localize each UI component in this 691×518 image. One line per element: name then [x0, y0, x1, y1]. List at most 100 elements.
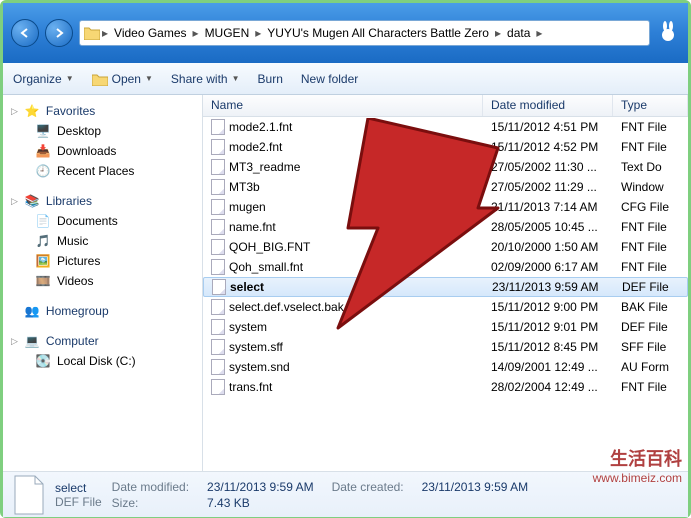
file-icon: [211, 359, 225, 375]
collapse-icon: ▷: [11, 196, 18, 207]
file-date: 15/11/2012 9:00 PM: [483, 300, 613, 314]
breadcrumb-bar[interactable]: ▸ Video Games ▸ MUGEN ▸ YUYU's Mugen All…: [79, 20, 650, 46]
file-name: QOH_BIG.FNT: [229, 240, 310, 254]
chevron-down-icon: ▼: [232, 74, 240, 83]
forward-button[interactable]: [45, 19, 73, 47]
file-type: Text Do: [613, 160, 688, 174]
file-date: 15/11/2012 4:51 PM: [483, 120, 613, 134]
chevron-right-icon: ▸: [255, 26, 261, 40]
music-icon: 🎵: [35, 233, 51, 249]
open-button[interactable]: Open ▼: [92, 71, 153, 87]
homegroup-icon: 👥: [24, 303, 40, 319]
chevron-right-icon: ▸: [495, 26, 501, 40]
sidebar-group-computer[interactable]: ▷💻Computer: [3, 331, 202, 351]
collapse-icon: ▷: [11, 336, 18, 347]
watermark: 生活百科 www.bimeiz.com: [593, 448, 682, 487]
sidebar-item-documents[interactable]: 📄Documents: [3, 211, 202, 231]
chevron-down-icon: ▼: [145, 74, 153, 83]
file-name: system.sff: [229, 340, 283, 354]
file-row[interactable]: select.def.vselect.bak15/11/2012 9:00 PM…: [203, 297, 688, 317]
file-type: Window: [613, 180, 688, 194]
pictures-icon: 🖼️: [35, 253, 51, 269]
details-size-value: 7.43 KB: [207, 496, 314, 510]
chevron-down-icon: ▼: [66, 74, 74, 83]
titlebar: ▸ Video Games ▸ MUGEN ▸ YUYU's Mugen All…: [3, 3, 688, 63]
breadcrumb[interactable]: YUYU's Mugen All Characters Battle Zero: [263, 26, 493, 40]
file-row[interactable]: system.sff 15/11/2012 8:45 PMSFF File: [203, 337, 688, 357]
details-modified-label: Date modified:: [112, 480, 189, 494]
folder-icon: [84, 25, 100, 41]
file-row[interactable]: system.snd14/09/2001 12:49 ...AU Form: [203, 357, 688, 377]
file-type: SFF File: [613, 340, 688, 354]
sidebar-item-recent[interactable]: 🕘Recent Places: [3, 161, 202, 181]
file-row[interactable]: mode2.fnt15/11/2012 4:52 PMFNT File: [203, 137, 688, 157]
sidebar-group-homegroup[interactable]: ▷👥Homegroup: [3, 301, 202, 321]
new-folder-button[interactable]: New folder: [301, 72, 358, 86]
breadcrumb[interactable]: Video Games: [110, 26, 191, 40]
column-header-name[interactable]: Name: [203, 95, 483, 116]
file-name: Qoh_small.fnt: [229, 260, 303, 274]
file-date: 23/11/2013 9:59 AM: [484, 280, 614, 294]
file-date: 15/11/2012 4:52 PM: [483, 140, 613, 154]
file-icon: [211, 179, 225, 195]
details-size-label: Size:: [112, 496, 189, 510]
file-name: mode2.1.fnt: [229, 120, 292, 134]
details-modified-value: 23/11/2013 9:59 AM: [207, 480, 314, 494]
details-name: select: [55, 481, 102, 495]
file-type: DEF File: [614, 280, 687, 294]
sidebar-group-libraries[interactable]: ▷📚Libraries: [3, 191, 202, 211]
sidebar-item-desktop[interactable]: 🖥️Desktop: [3, 121, 202, 141]
file-row[interactable]: QOH_BIG.FNT20/10/2000 1:50 AMFNT File: [203, 237, 688, 257]
file-row[interactable]: name.fnt28/05/2005 10:45 ...FNT File: [203, 217, 688, 237]
file-date: 14/09/2001 12:49 ...: [483, 360, 613, 374]
breadcrumb[interactable]: MUGEN: [201, 26, 254, 40]
sidebar-group-favorites[interactable]: ▷⭐Favorites: [3, 101, 202, 121]
back-button[interactable]: [11, 19, 39, 47]
sidebar-item-pictures[interactable]: 🖼️Pictures: [3, 251, 202, 271]
file-name: name.fnt: [229, 220, 276, 234]
breadcrumb[interactable]: data: [503, 26, 534, 40]
file-row[interactable]: trans.fnt28/02/2004 12:49 ...FNT File: [203, 377, 688, 397]
sidebar-item-music[interactable]: 🎵Music: [3, 231, 202, 251]
column-header-date[interactable]: Date modified: [483, 95, 613, 116]
organize-button[interactable]: Organize ▼: [13, 72, 74, 86]
disk-icon: 💽: [35, 353, 51, 369]
share-button[interactable]: Share with ▼: [171, 72, 240, 86]
burn-button[interactable]: Burn: [258, 72, 283, 86]
sidebar-item-localdisk[interactable]: 💽Local Disk (C:): [3, 351, 202, 371]
recent-icon: 🕘: [35, 163, 51, 179]
file-row[interactable]: Qoh_small.fnt02/09/2000 6:17 AMFNT File: [203, 257, 688, 277]
file-date: 21/11/2013 7:14 AM: [483, 200, 613, 214]
file-row[interactable]: MT3b27/05/2002 11:29 ...Window: [203, 177, 688, 197]
file-date: 15/11/2012 9:01 PM: [483, 320, 613, 334]
file-row[interactable]: MT3_readme27/05/2002 11:30 ...Text Do: [203, 157, 688, 177]
column-header-type[interactable]: Type: [613, 95, 688, 116]
sidebar-item-videos[interactable]: 🎞️Videos: [3, 271, 202, 291]
downloads-icon: 📥: [35, 143, 51, 159]
file-list: Name Date modified Type mode2.1.fnt 15/11…: [203, 95, 688, 471]
file-row[interactable]: system15/11/2012 9:01 PMDEF File: [203, 317, 688, 337]
app-mascot-icon: [656, 21, 680, 45]
file-icon: [211, 119, 225, 135]
details-type: DEF File: [55, 495, 102, 509]
file-type: FNT File: [613, 260, 688, 274]
file-name: trans.fnt: [229, 380, 272, 394]
sidebar-item-downloads[interactable]: 📥Downloads: [3, 141, 202, 161]
sidebar: ▷⭐Favorites 🖥️Desktop 📥Downloads 🕘Recent…: [3, 95, 203, 471]
column-header-row: Name Date modified Type: [203, 95, 688, 117]
file-type: FNT File: [613, 120, 688, 134]
file-type: BAK File: [613, 300, 688, 314]
file-icon: [211, 199, 225, 215]
file-type: FNT File: [613, 220, 688, 234]
file-icon: [211, 239, 225, 255]
file-icon: [212, 279, 226, 295]
file-icon: [211, 339, 225, 355]
details-created-label: Date created:: [332, 480, 404, 494]
main-area: ▷⭐Favorites 🖥️Desktop 📥Downloads 🕘Recent…: [3, 95, 688, 471]
computer-icon: 💻: [24, 333, 40, 349]
file-row[interactable]: mode2.1.fnt 15/11/2012 4:51 PMFNT File: [203, 117, 688, 137]
file-row[interactable]: select23/11/2013 9:59 AMDEF File: [203, 277, 688, 297]
file-row[interactable]: mugen21/11/2013 7:14 AMCFG File: [203, 197, 688, 217]
file-icon: [211, 219, 225, 235]
file-date: 15/11/2012 8:45 PM: [483, 340, 613, 354]
